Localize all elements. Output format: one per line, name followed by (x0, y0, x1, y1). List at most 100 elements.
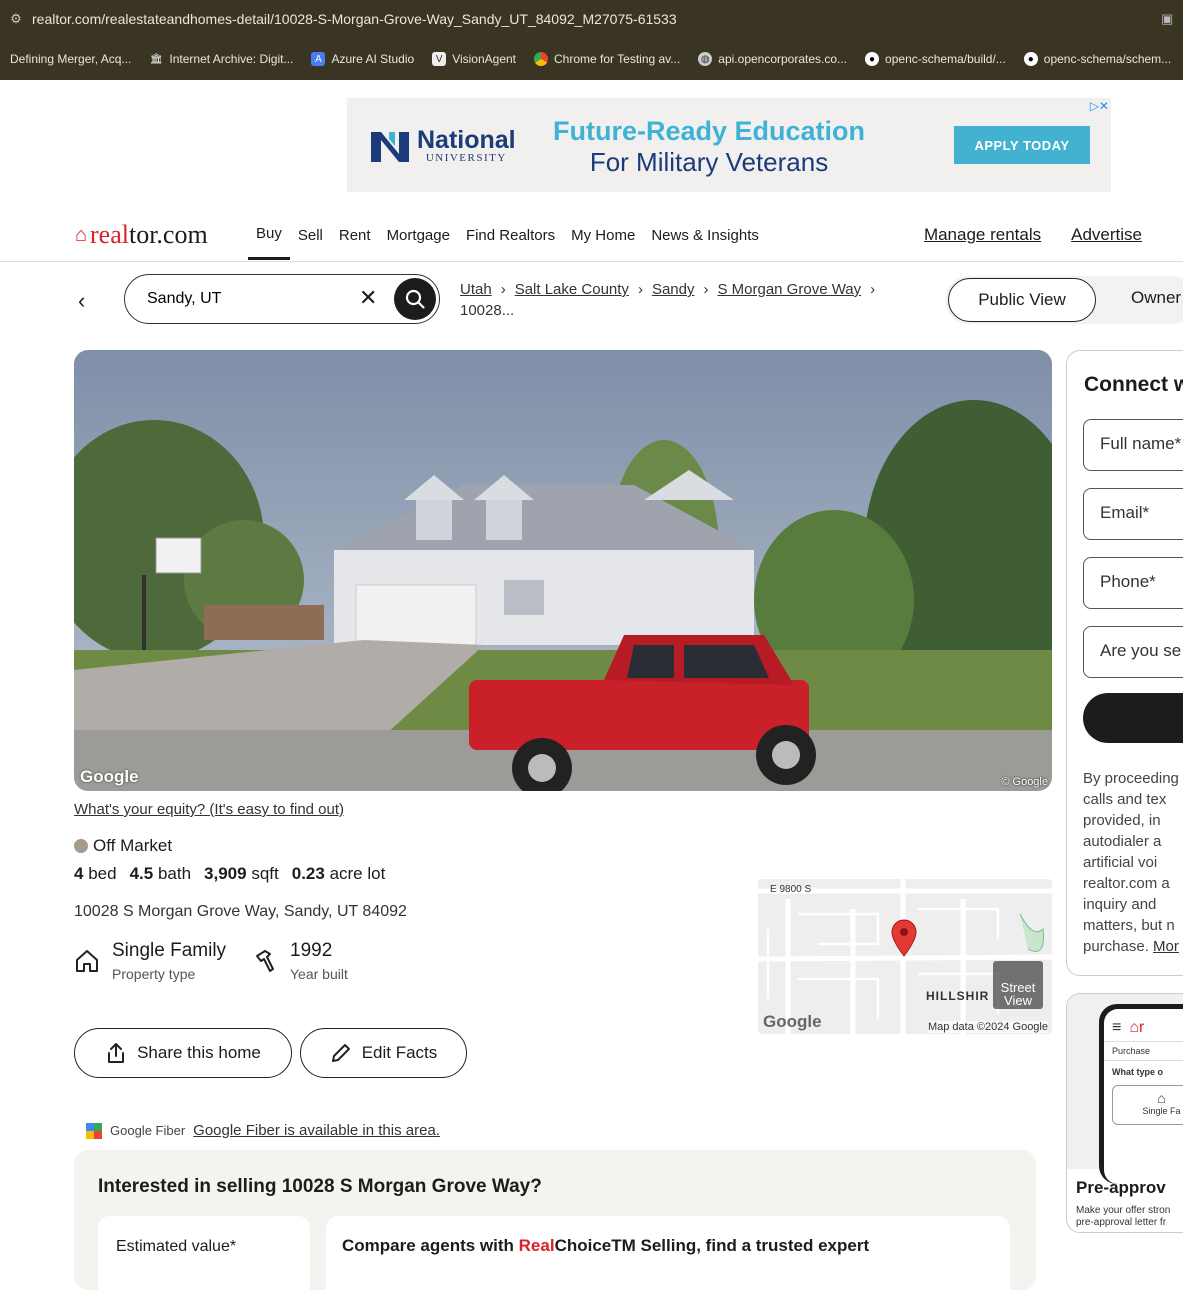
site-settings-icon[interactable]: ⚙ (0, 11, 32, 27)
ad-headline: Future-Ready Education (553, 116, 866, 146)
submit-button[interactable] (1083, 693, 1183, 743)
email-field[interactable]: Email* (1083, 488, 1183, 540)
hammer-icon (252, 948, 278, 979)
extension-icon[interactable]: ▣ (1161, 11, 1183, 27)
manage-rentals-link[interactable]: Manage rentals (924, 225, 1041, 245)
map-area-label: HILLSHIR (926, 989, 990, 1003)
lot-label: acre lot (329, 864, 386, 883)
selling-title: Interested in selling 10028 S Morgan Gro… (98, 1176, 542, 1197)
bookmark-item[interactable]: Defining Merger, Acq... (10, 52, 131, 66)
chevron-right-icon: › (637, 281, 643, 298)
url-field[interactable]: realtor.com/realestateandhomes-detail/10… (32, 11, 1161, 27)
national-university-logo-icon (369, 128, 411, 164)
nav-find-realtors[interactable]: Find Realtors (458, 210, 563, 260)
owner-view-button[interactable]: Owner (1131, 288, 1181, 308)
more-link[interactable]: Mor (1153, 938, 1179, 955)
selling-question-field[interactable]: Are you se (1083, 626, 1183, 678)
equity-link[interactable]: What's your equity? (It's easy to find o… (74, 801, 344, 818)
logo-text-red: real (90, 220, 129, 249)
bookmark-label: api.opencorporates.co... (718, 52, 848, 66)
google-fiber-icon (86, 1122, 102, 1139)
property-address: 10028 S Morgan Grove Way, Sandy, UT 8409… (74, 903, 407, 920)
menu-icon: ≡ (1112, 1019, 1122, 1036)
bookmark-item[interactable]: V VisionAgent (432, 52, 516, 66)
bookmark-item[interactable]: ◍ api.opencorporates.co... (698, 52, 847, 66)
search-input[interactable] (147, 290, 347, 308)
preapproval-text-line: Make your offer stron (1076, 1205, 1171, 1216)
disclaimer-line: inquiry and (1083, 896, 1157, 913)
bookmark-item[interactable]: A Azure AI Studio (311, 52, 414, 66)
preapproval-title: Pre-approv (1076, 1178, 1166, 1197)
compare-suffix: ChoiceTM Selling, find a trusted expert (554, 1236, 870, 1255)
bookmark-item[interactable]: ● openc-schema/build/... (865, 52, 1006, 66)
preapproval-card[interactable]: ≡ ⌂r Purchase What type o ⌂ Single Fa Pre… (1066, 993, 1183, 1233)
breadcrumb-utah[interactable]: Utah (460, 281, 492, 298)
google-fiber-brand: Google Fiber (110, 1123, 186, 1138)
ad-brand-name: National (417, 126, 516, 154)
compare-brand-red: Real (518, 1236, 555, 1255)
edit-label: Edit Facts (361, 1043, 438, 1062)
bookmark-label: openc-schema/schem... (1043, 52, 1172, 66)
site-header: ⌂ real tor.com Buy Sell Rent Mortgage Fin… (0, 210, 1183, 262)
map-pin-icon (891, 919, 917, 957)
google-fiber-notice: Google Fiber Google Fiber is available i… (86, 1122, 440, 1139)
azure-icon: A (311, 52, 326, 66)
baths-label: bath (157, 864, 192, 883)
nav-news-insights[interactable]: News & Insights (643, 210, 767, 260)
nav-my-home[interactable]: My Home (563, 210, 643, 260)
ad-apply-button[interactable]: APPLY TODAY (954, 126, 1090, 164)
globe-icon: ◍ (698, 52, 713, 66)
disclaimer-line: matters, but n (1083, 917, 1175, 934)
bookmark-label: Chrome for Testing av... (554, 52, 681, 66)
bookmark-item[interactable]: 🏛 Internet Archive: Digit... (149, 52, 293, 66)
lot-value: 0.23 (291, 864, 325, 883)
property-photo[interactable]: Google © Google (74, 350, 1052, 791)
google-fiber-link[interactable]: Google Fiber is available in this area. (193, 1122, 440, 1139)
compare-prefix: Compare agents with (342, 1236, 519, 1255)
breadcrumb-street[interactable]: S Morgan Grove Way (717, 281, 861, 298)
breadcrumb-city[interactable]: Sandy (652, 281, 695, 298)
google-watermark: Google (80, 767, 139, 786)
street-view-button[interactable]: Street View (993, 961, 1043, 1009)
search-box: ✕ (124, 274, 440, 324)
phone-field[interactable]: Phone* (1083, 557, 1183, 609)
edit-facts-button[interactable]: Edit Facts (300, 1028, 467, 1078)
main-nav: Buy Sell Rent Mortgage Find Realtors My … (248, 210, 767, 262)
status-text: Off Market (93, 836, 173, 855)
bookmarks-bar: Defining Merger, Acq... 🏛 Internet Archiv… (0, 38, 1183, 80)
advertise-link[interactable]: Advertise (1071, 225, 1142, 245)
bookmark-item[interactable]: ● openc-schema/schem... (1023, 52, 1172, 66)
public-view-button[interactable]: Public View (948, 278, 1096, 322)
chevron-right-icon: › (870, 281, 876, 298)
breadcrumb-county[interactable]: Salt Lake County (515, 281, 629, 298)
realtor-logo[interactable]: ⌂ real tor.com (75, 220, 208, 250)
search-button[interactable] (394, 278, 436, 320)
bookmark-item[interactable]: Chrome for Testing av... (534, 52, 680, 66)
estimated-value-field[interactable]: Estimated value* (98, 1216, 310, 1306)
back-chevron-icon[interactable]: ‹ (78, 288, 85, 314)
connect-form-card: Connect w Full name* Email* Phone* Are y… (1066, 350, 1183, 976)
ad-banner[interactable]: National UNIVERSITY Future-Ready Educati… (347, 98, 1111, 192)
archive-icon: 🏛 (150, 53, 163, 65)
chevron-right-icon: › (703, 281, 709, 298)
clear-search-icon[interactable]: ✕ (359, 285, 377, 311)
disclaimer-line: artificial voi (1083, 854, 1158, 871)
nav-mortgage[interactable]: Mortgage (379, 210, 458, 260)
house-icon: ⌂ (1157, 1090, 1166, 1106)
estimated-value-label: Estimated value* (116, 1238, 237, 1255)
share-home-button[interactable]: Share this home (74, 1028, 292, 1078)
disclaimer-line: purchase. (1083, 938, 1154, 955)
nav-sell[interactable]: Sell (290, 210, 331, 260)
ad-close-icon[interactable]: ▷✕ (1090, 99, 1109, 113)
location-map[interactable]: E 9800 S HILLSHIR Street View Google Map… (758, 879, 1052, 1034)
nav-rent[interactable]: Rent (331, 210, 379, 260)
preapproval-text: Make your offer stron pre-approval lette… (1076, 1205, 1170, 1229)
compare-agents-box[interactable]: Compare agents with RealChoiceTM Selling… (326, 1216, 1010, 1306)
nav-buy[interactable]: Buy (248, 210, 290, 260)
map-street-label: E 9800 S (770, 884, 812, 895)
phone-question: What type o (1104, 1060, 1183, 1083)
house-logo-icon: ⌂r (1129, 1019, 1145, 1036)
full-name-field[interactable]: Full name* (1083, 419, 1183, 471)
breadcrumb: Utah › Salt Lake County › Sandy › S Morgan Gro… (460, 279, 920, 321)
disclaimer-line: calls and tex (1083, 791, 1167, 808)
